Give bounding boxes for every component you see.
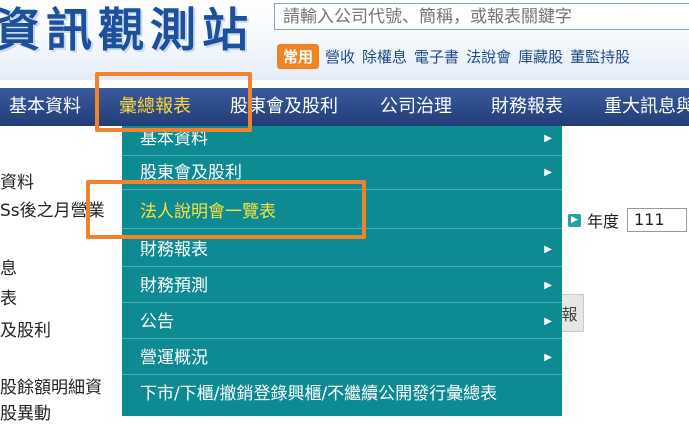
- nav-item-basic-info[interactable]: 基本資料: [9, 88, 81, 126]
- submenu-arrow-icon: ▶: [544, 167, 552, 178]
- quick-link-director-holdings[interactable]: 董監持股: [570, 46, 630, 67]
- year-input[interactable]: 111: [627, 208, 688, 232]
- submenu-arrow-icon: ▶: [544, 133, 552, 144]
- dropdown-item-label: 財務預測: [140, 276, 208, 296]
- submenu-arrow-icon: ▶: [544, 316, 552, 327]
- dropdown-item-label: 營運概況: [140, 348, 208, 368]
- year-label: 年度: [587, 212, 620, 231]
- sidebar-link-share-change[interactable]: 股異動: [0, 399, 51, 424]
- highlight-box-summary-reports: [95, 72, 252, 132]
- search-input[interactable]: [274, 3, 689, 30]
- dropdown-item-label: 下市/下櫃/撤銷登錄興櫃/不繼續公開發行彙總表: [140, 384, 498, 404]
- quick-link-ebook[interactable]: 電子書: [414, 46, 459, 67]
- dropdown-item-label: 公告: [140, 312, 174, 332]
- sidebar-link-share-balance[interactable]: 股餘額明細資: [0, 373, 102, 398]
- nav-item-corporate-governance[interactable]: 公司治理: [380, 88, 452, 126]
- sidebar-link-info[interactable]: 息: [0, 254, 17, 279]
- dropdown-item-operations-overview[interactable]: 營運概況 ▶: [122, 341, 562, 375]
- sidebar-link-dividend[interactable]: 及股利: [0, 316, 51, 341]
- submenu-arrow-icon: ▶: [544, 280, 552, 291]
- common-badge: 常用: [277, 44, 320, 69]
- nav-item-material-info[interactable]: 重大訊息與: [604, 88, 689, 126]
- site-title: 資訊觀測站: [0, 3, 254, 57]
- highlight-box-investor-conference: [86, 180, 366, 239]
- sidebar-link-data[interactable]: 資料: [0, 168, 34, 193]
- quick-link-treasury-stock[interactable]: 庫藏股: [518, 46, 563, 67]
- quick-link-revenue[interactable]: 營收: [325, 46, 355, 67]
- site-header: 資訊觀測站 常用 營收 除權息 電子書 法說會 庫藏股 董監持股: [0, 0, 689, 80]
- dropdown-item-delisting-summary[interactable]: 下市/下櫃/撤銷登錄興櫃/不繼續公開發行彙總表: [122, 377, 562, 411]
- quick-link-dividend[interactable]: 除權息: [362, 46, 407, 67]
- dropdown-item-label: 財務報表: [140, 240, 208, 260]
- quick-links-bar: 常用 營收 除權息 電子書 法說會 庫藏股 董監持股: [277, 44, 637, 69]
- summary-reports-dropdown: 基本資料 ▶ 股東會及股利 ▶ 法人說明會一覽表 財務報表 ▶ 財務預測 ▶ 公…: [122, 126, 562, 416]
- submenu-arrow-icon: ▶: [544, 352, 552, 363]
- submenu-arrow-icon: ▶: [544, 244, 552, 255]
- bullet-arrow-icon: ▶: [568, 213, 581, 227]
- nav-item-financial-statements[interactable]: 財務報表: [491, 88, 563, 126]
- year-selector: ▶ 年度 111: [568, 208, 688, 232]
- sidebar-link-table[interactable]: 表: [0, 284, 17, 309]
- dropdown-item-announcements[interactable]: 公告 ▶: [122, 305, 562, 339]
- dropdown-item-financial-forecast[interactable]: 財務預測 ▶: [122, 269, 562, 303]
- dropdown-item-label: 基本資料: [140, 129, 208, 149]
- quick-link-investor-conference[interactable]: 法說會: [466, 46, 511, 67]
